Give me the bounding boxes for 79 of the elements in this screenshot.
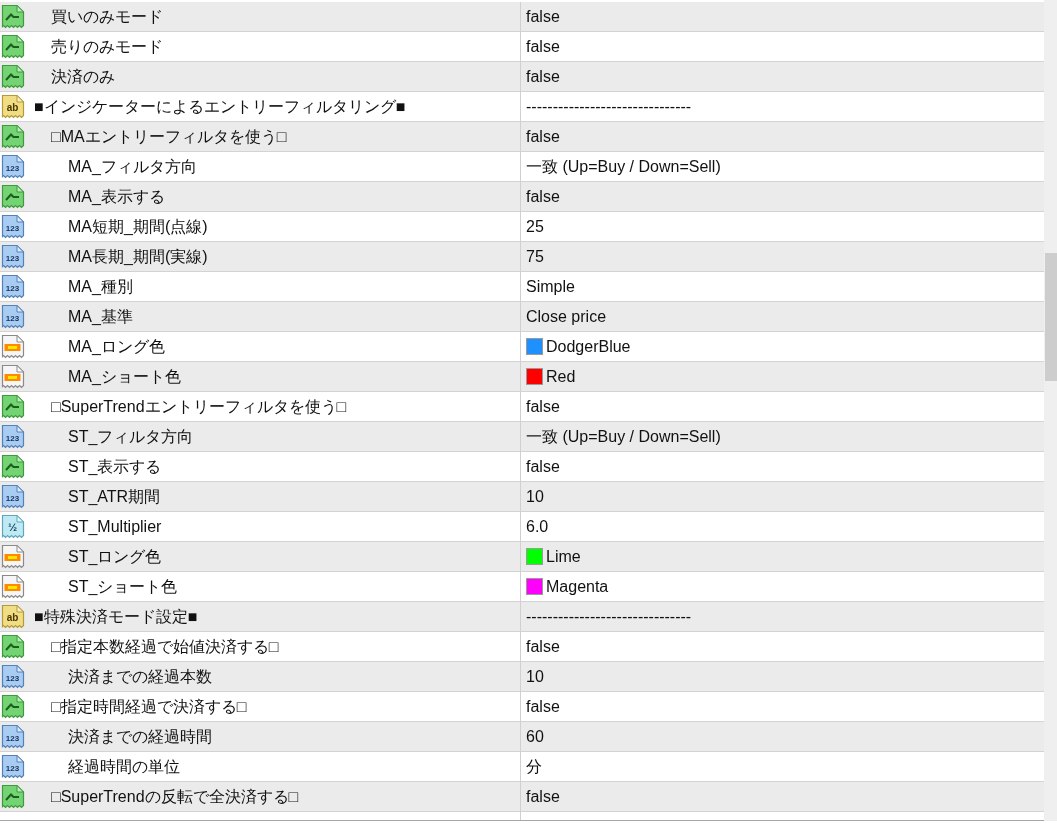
- parameter-value[interactable]: 分: [526, 756, 542, 777]
- parameter-value[interactable]: false: [526, 786, 560, 807]
- parameter-value[interactable]: false: [526, 696, 560, 717]
- parameter-name: □指定本数経過で始値決済する□: [51, 636, 279, 657]
- parameter-name: ST_表示する: [68, 456, 162, 477]
- parameter-name: 売りのみモード: [51, 36, 163, 57]
- scrollbar-thumb[interactable]: [1045, 253, 1057, 381]
- scrollbar-track[interactable]: [1044, 0, 1057, 821]
- parameter-name: MA_種別: [68, 276, 133, 297]
- number-document-icon: 123: [1, 424, 25, 449]
- parameter-name: MA短期_期間(点線): [68, 216, 208, 237]
- parameter-name: 買いのみモード: [51, 6, 163, 27]
- parameter-value[interactable]: Magenta: [546, 576, 609, 597]
- parameter-value[interactable]: false: [526, 36, 560, 57]
- parameter-name: MA長期_期間(実線): [68, 246, 208, 267]
- number-document-icon: 123: [1, 214, 25, 239]
- parameter-value[interactable]: Simple: [526, 276, 575, 297]
- parameter-value[interactable]: false: [526, 6, 560, 27]
- separator-value[interactable]: -------------------------------: [526, 606, 692, 627]
- parameter-name: ST_ショート色: [68, 576, 178, 597]
- parameter-name: MA_ショート色: [68, 366, 181, 387]
- number-document-icon: 123: [1, 154, 25, 179]
- zigzag-document-icon: [1, 64, 25, 89]
- text-document-icon: ab: [1, 94, 25, 119]
- number-document-icon: 123: [1, 724, 25, 749]
- parameter-value[interactable]: false: [526, 456, 560, 477]
- number-document-icon: 123: [1, 484, 25, 509]
- parameter-name: MA_基準: [68, 306, 133, 327]
- parameter-value[interactable]: false: [526, 186, 560, 207]
- zigzag-document-icon: [1, 394, 25, 419]
- parameter-value[interactable]: 25: [526, 216, 544, 237]
- parameter-value[interactable]: false: [526, 126, 560, 147]
- number-document-icon: 123: [1, 304, 25, 329]
- parameter-value[interactable]: 一致 (Up=Buy / Down=Sell): [526, 156, 721, 177]
- parameter-value[interactable]: Close price: [526, 306, 607, 327]
- zigzag-document-icon: [1, 124, 25, 149]
- text-document-icon: ab: [1, 604, 25, 629]
- number-document-icon: 123: [1, 754, 25, 779]
- zigzag-document-icon: [1, 4, 25, 29]
- parameter-value[interactable]: false: [526, 66, 560, 87]
- number-document-icon: 123: [1, 664, 25, 689]
- zigzag-document-icon: [1, 694, 25, 719]
- parameter-value[interactable]: Red: [546, 366, 576, 387]
- zigzag-document-icon: [1, 634, 25, 659]
- zigzag-document-icon: [1, 34, 25, 59]
- parameter-value[interactable]: DodgerBlue: [546, 336, 631, 357]
- section-title: ■インジケーターによるエントリーフィルタリング■: [34, 96, 406, 117]
- number-document-icon: 123: [1, 274, 25, 299]
- parameter-value[interactable]: 75: [526, 246, 544, 267]
- parameter-name: ST_ロング色: [68, 546, 162, 567]
- parameter-value[interactable]: 6.0: [526, 516, 549, 537]
- parameter-name: MA_フィルタ方向: [68, 156, 197, 177]
- parameter-name: MA_ロング色: [68, 336, 165, 357]
- parameter-name: 経過時間の単位: [68, 756, 180, 777]
- parameter-name: ST_ATR期間: [68, 486, 161, 507]
- section-title: ■特殊決済モード設定■: [34, 606, 198, 627]
- parameter-name: □SuperTrendの反転で全決済する□: [51, 786, 299, 807]
- parameter-name: □SuperTrendエントリーフィルタを使う□: [51, 396, 347, 417]
- parameter-value[interactable]: false: [526, 396, 560, 417]
- fraction-document-icon: ½: [1, 514, 25, 539]
- parameter-name: ST_フィルタ方向: [68, 426, 194, 447]
- separator-value[interactable]: -------------------------------: [526, 96, 692, 117]
- parameter-name: □指定時間経過で決済する□: [51, 696, 247, 717]
- zigzag-document-icon: [1, 184, 25, 209]
- zigzag-document-icon: [1, 784, 25, 809]
- parameter-name: 決済のみ: [51, 66, 115, 87]
- parameter-value[interactable]: 60: [526, 726, 544, 747]
- parameter-name: □MAエントリーフィルタを使う□: [51, 126, 287, 147]
- number-document-icon: 123: [1, 244, 25, 269]
- parameter-value[interactable]: 10: [526, 666, 544, 687]
- parameter-value[interactable]: 一致 (Up=Buy / Down=Sell): [526, 426, 721, 447]
- parameter-name: MA_表示する: [68, 186, 165, 207]
- parameter-value[interactable]: 10: [526, 486, 544, 507]
- parameter-value[interactable]: false: [526, 636, 560, 657]
- parameter-value[interactable]: Lime: [546, 546, 581, 567]
- zigzag-document-icon: [1, 454, 25, 479]
- parameter-name: 決済までの経過時間: [68, 726, 212, 747]
- parameter-name: ST_Multiplier: [68, 516, 162, 537]
- parameter-name: 決済までの経過本数: [68, 666, 212, 687]
